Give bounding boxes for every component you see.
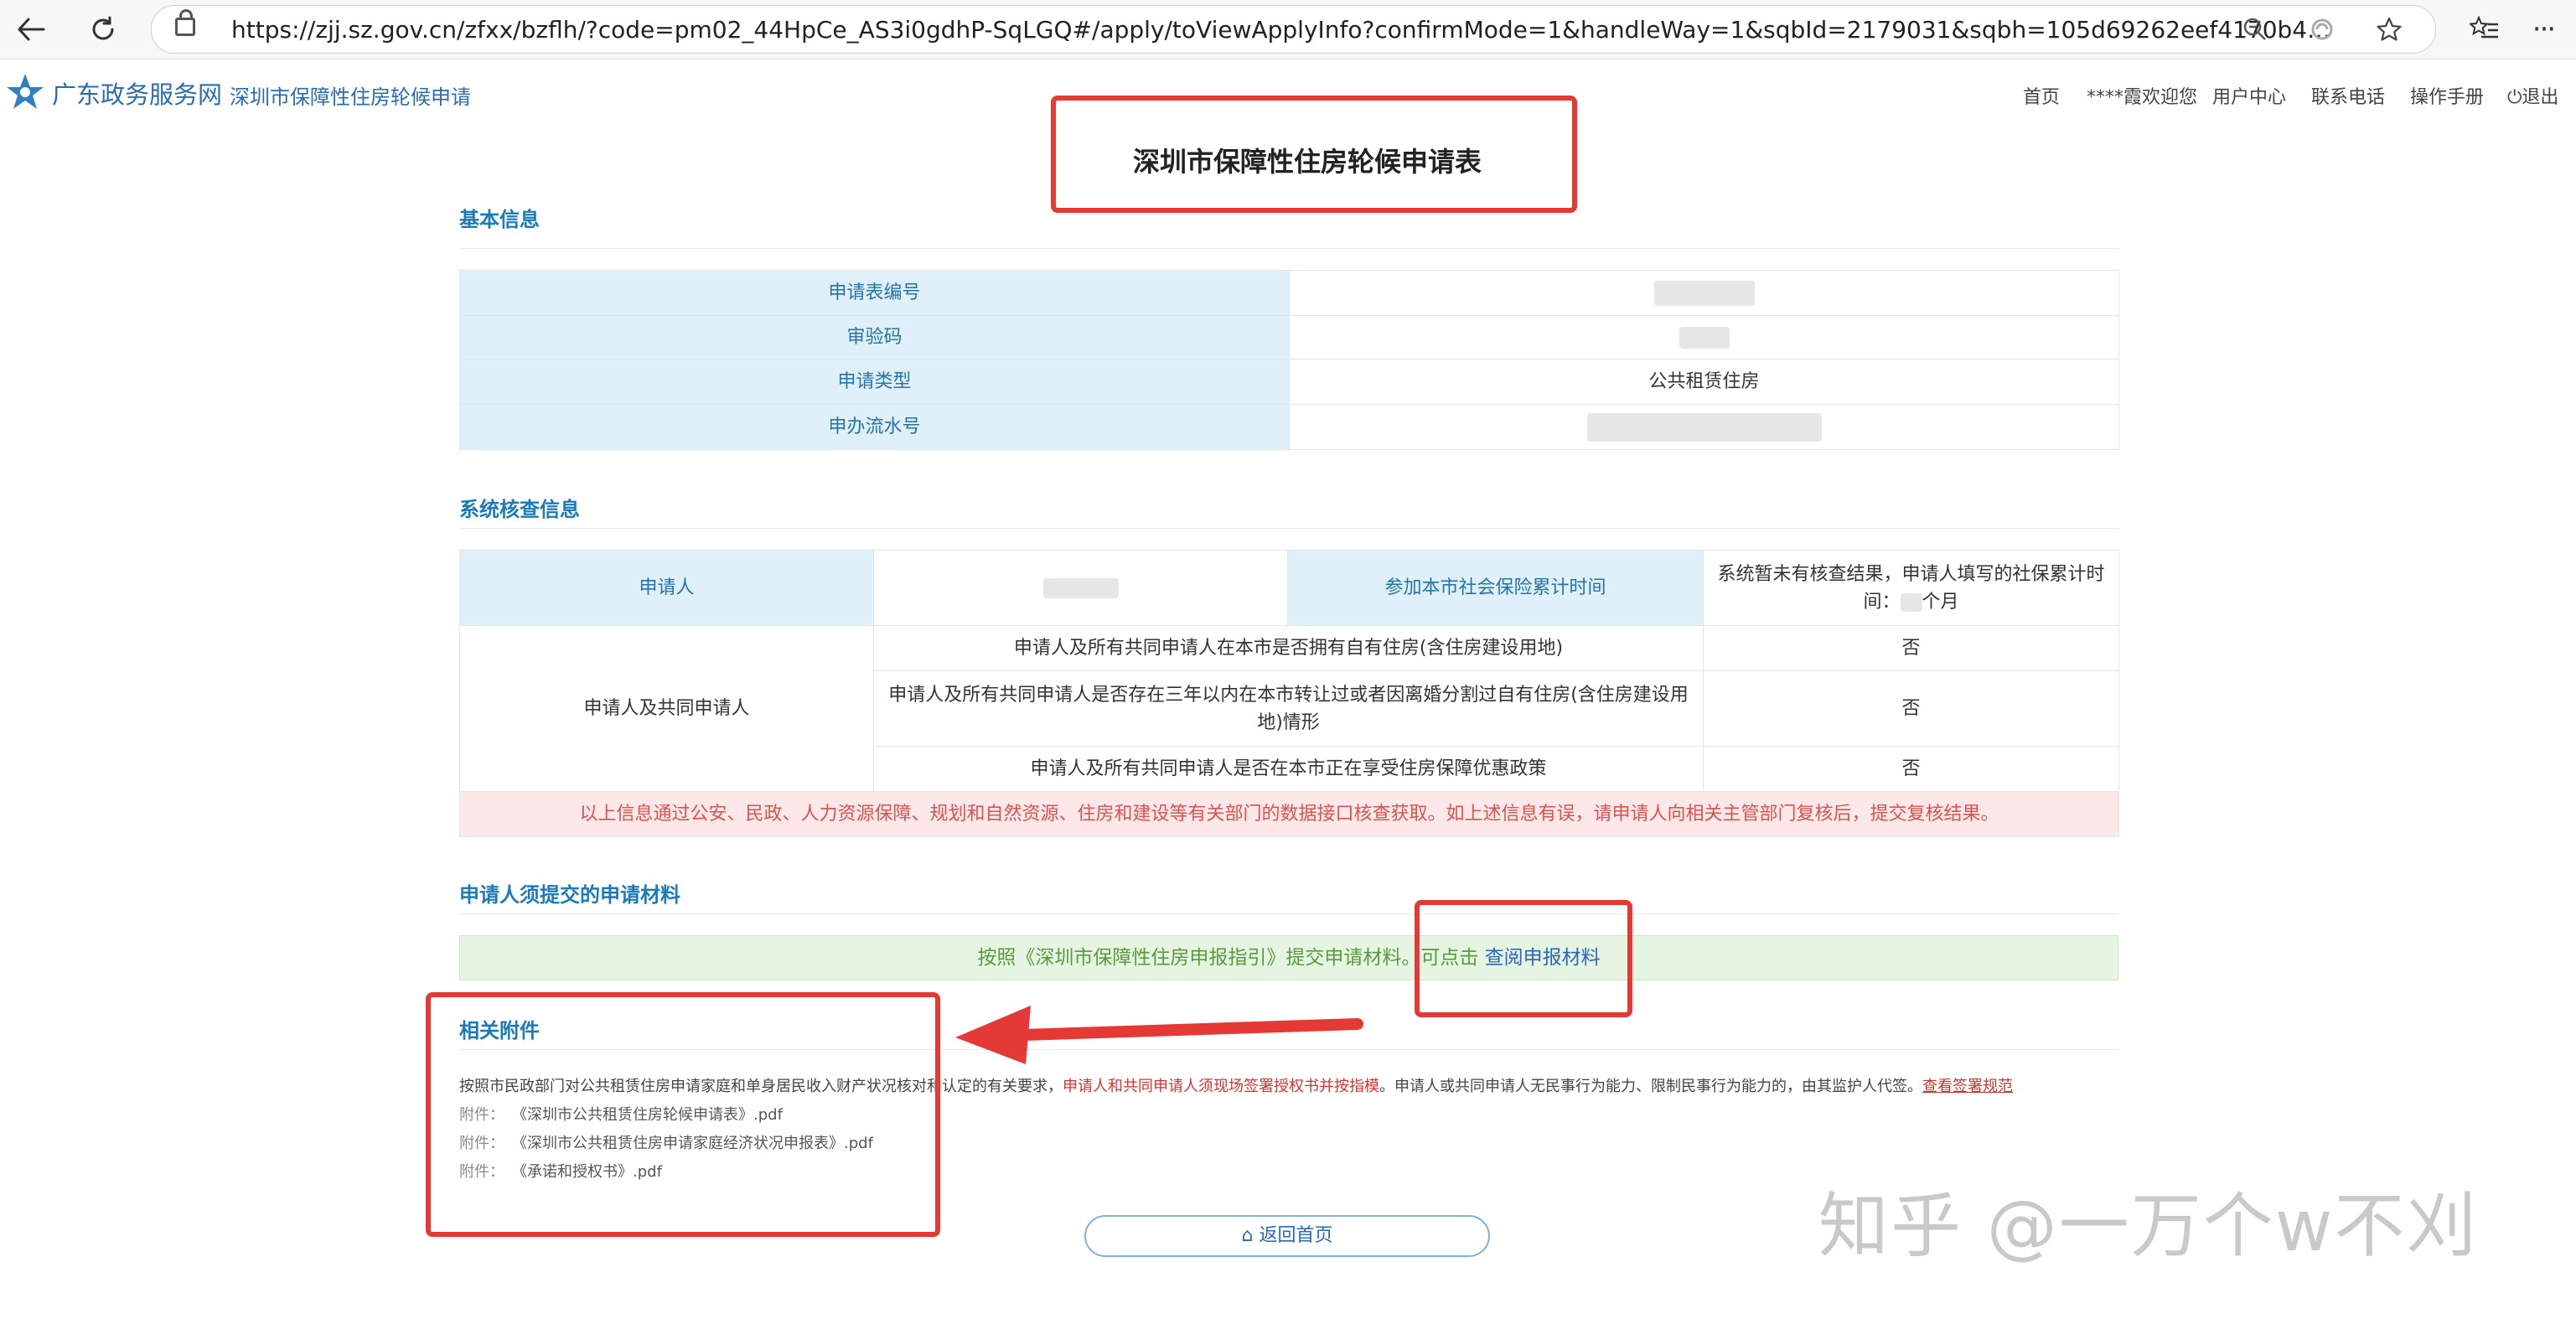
- home-icon: ⌂: [1241, 1225, 1254, 1246]
- divider: [459, 913, 2118, 914]
- nav-logout[interactable]: ⏻退出: [2507, 82, 2558, 109]
- back-home-label: 返回首页: [1259, 1225, 1333, 1246]
- value-verification-code: [1289, 315, 2119, 359]
- power-icon: ⏻: [2507, 87, 2522, 108]
- zhihu-watermark: 知乎 @一万个w不刈: [1818, 1185, 2479, 1267]
- annotation-arrow-icon: [955, 1006, 1363, 1064]
- social-insurance-text-2b: 个月: [1922, 591, 1959, 613]
- attachments-desc-red: 申请人和共同申请人须现场签署授权书并按指模: [1063, 1078, 1379, 1095]
- question-housing-benefit: 申请人及所有共同申请人是否在本市正在享受住房保障优惠政策: [873, 746, 1704, 792]
- redacted-value: [1586, 412, 1822, 442]
- nav-logout-label: 退出: [2522, 87, 2559, 108]
- label-applicant-group: 申请人及共同申请人: [459, 625, 874, 792]
- label-applicant: 申请人: [459, 550, 874, 626]
- nav-manual[interactable]: 操作手册: [2410, 82, 2484, 109]
- site-brand[interactable]: 广东政务服务网: [52, 75, 222, 111]
- table-row: 申请类型 公共租赁住房: [459, 359, 2119, 405]
- signing-rules-link[interactable]: 查看签署规范: [1922, 1078, 2013, 1095]
- value-applicant: [873, 550, 1288, 626]
- back-home-button[interactable]: ⌂ 返回首页: [1084, 1215, 1490, 1257]
- value-application-type: 公共租赁住房: [1289, 359, 2119, 405]
- annotation-box-attachments: [426, 992, 940, 1237]
- question-own-house: 申请人及所有共同申请人在本市是否拥有自有住房(含住房建设用地): [873, 625, 1704, 671]
- favorite-star-icon[interactable]: [2372, 13, 2406, 46]
- answer-housing-benefit: 否: [1703, 746, 2119, 792]
- redacted-value: [1653, 281, 1755, 306]
- table-row: 申请表编号: [459, 270, 2119, 316]
- table-row: 审验码: [459, 315, 2119, 359]
- favorites-list-icon[interactable]: [2464, 8, 2506, 50]
- url-text[interactable]: https://zjj.sz.gov.cn/zfxx/bzflh/?code=p…: [231, 16, 2343, 44]
- social-insurance-text: 系统暂未有核查结果，申请人填写的社保累计时: [1717, 563, 2105, 585]
- value-social-insurance: 系统暂未有核查结果，申请人填写的社保累计时 间： 个月: [1703, 550, 2119, 626]
- table-row: 申请人 参加本市社会保险累计时间 系统暂未有核查结果，申请人填写的社保累计时 间…: [459, 550, 2119, 626]
- attachments-desc-part2: 。申请人或共同申请人无民事行为能力、限制民事行为能力的，由其监护人代签。: [1379, 1078, 1922, 1095]
- materials-notice-text: 按照《深圳市保障性住房申报指引》提交申请材料。可点击: [977, 947, 1479, 969]
- refresh-icon[interactable]: [82, 8, 124, 50]
- redacted-value: [1900, 592, 1922, 612]
- nav-contact-phone[interactable]: 联系电话: [2311, 82, 2385, 109]
- nav-welcome-user: ****霞欢迎您: [2087, 87, 2198, 108]
- tracking-icon[interactable]: [2305, 13, 2339, 46]
- data-source-notice: 以上信息通过公安、民政、人力资源保障、规划和自然资源、住房和建设等有关部门的数据…: [459, 791, 2119, 837]
- table-row: 以上信息通过公安、民政、人力资源保障、规划和自然资源、住房和建设等有关部门的数据…: [459, 791, 2119, 837]
- question-transfer-house: 申请人及所有共同申请人是否存在三年以内在本市转让过或者因离婚分割过自有住房(含住…: [873, 670, 1704, 747]
- answer-own-house: 否: [1703, 625, 2119, 671]
- divider: [459, 528, 2118, 529]
- label-verification-code: 审验码: [459, 315, 1290, 359]
- back-arrow-icon[interactable]: [10, 8, 52, 50]
- label-application-no: 申请表编号: [459, 270, 1290, 316]
- redacted-value: [1679, 327, 1730, 349]
- materials-notice: 按照《深圳市保障性住房申报指引》提交申请材料。可点击 查阅申报材料: [459, 935, 2118, 980]
- more-icon[interactable]: ···: [2522, 8, 2564, 50]
- zoom-icon[interactable]: [2238, 13, 2272, 46]
- nav-user-center[interactable]: 用户中心: [2212, 82, 2286, 109]
- value-serial-no: [1289, 404, 2119, 450]
- browser-toolbar: https://zjj.sz.gov.cn/zfxx/bzflh/?code=p…: [0, 0, 2576, 59]
- section-title-materials: 申请人须提交的申请材料: [459, 883, 680, 907]
- system-check-table: 申请人 参加本市社会保险累计时间 系统暂未有核查结果，申请人填写的社保累计时 间…: [459, 550, 2119, 837]
- label-serial-no: 申办流水号: [459, 404, 1290, 450]
- annotation-box-materials-link: [1415, 900, 1632, 1017]
- site-subtitle: 深圳市保障性住房轮候申请: [230, 85, 471, 109]
- label-social-insurance: 参加本市社会保险累计时间: [1287, 550, 1704, 626]
- annotation-box-title: [1051, 96, 1577, 213]
- nav-home[interactable]: 首页: [2023, 82, 2060, 109]
- divider: [459, 248, 2118, 249]
- gd-gov-logo-icon: [7, 74, 44, 109]
- table-row: 申办流水号: [459, 404, 2119, 450]
- section-title-system-check: 系统核查信息: [459, 498, 580, 521]
- lock-icon[interactable]: [175, 9, 195, 36]
- value-application-no: [1289, 270, 2119, 316]
- section-title-basic-info: 基本信息: [459, 208, 540, 231]
- social-insurance-text-2a: 间：: [1863, 591, 1901, 613]
- answer-transfer-house: 否: [1703, 670, 2119, 747]
- basic-info-table: 申请表编号 审验码 申请类型 公共租赁住房 申办流水号: [459, 270, 2119, 450]
- address-bar[interactable]: https://zjj.sz.gov.cn/zfxx/bzflh/?code=p…: [151, 5, 2436, 54]
- label-application-type: 申请类型: [459, 359, 1290, 405]
- table-row: 申请人及共同申请人 申请人及所有共同申请人在本市是否拥有自有住房(含住房建设用地…: [459, 625, 2119, 792]
- redacted-value: [1042, 578, 1119, 598]
